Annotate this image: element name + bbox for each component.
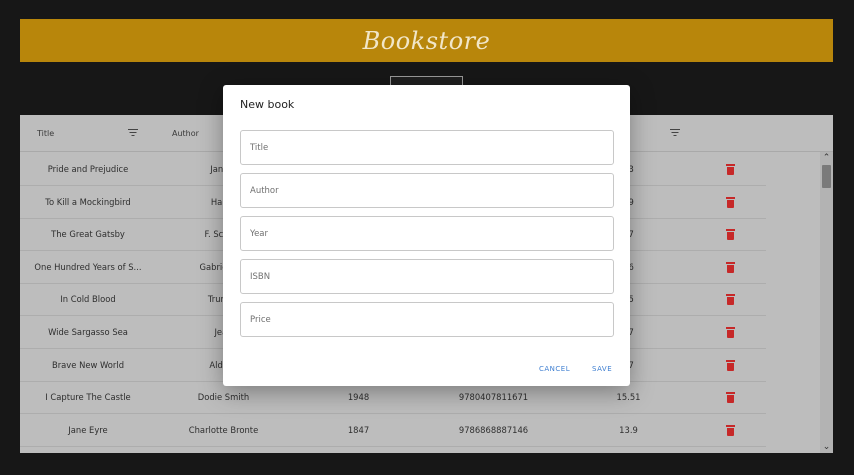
table-row[interactable]: Jane Eyre Charlotte Bronte 1847 97868688871… [20,414,766,447]
app-title: Bookstore [362,26,491,55]
author-input[interactable] [241,174,613,207]
scrollbar-thumb[interactable] [822,165,831,188]
trash-icon[interactable] [726,294,735,306]
cancel-button[interactable]: CANCEL [539,365,570,373]
cell-title: The Great Gatsby [51,229,125,240]
cell-title: Wide Sargasso Sea [48,327,128,337]
table-row[interactable]: I Capture The Castle Dodie Smith 1948 97804… [20,381,766,415]
price-field[interactable] [240,302,614,337]
filter-icon[interactable] [670,129,680,137]
cell-year: 1847 [347,424,370,435]
author-field[interactable] [240,173,614,208]
trash-icon[interactable] [726,424,735,436]
price-input[interactable] [241,303,613,336]
cell-isbn: 9786868887146 [458,424,529,435]
cell-price: 13.9 [619,424,638,435]
trash-icon[interactable] [726,359,735,371]
cell-title: I Capture The Castle [45,392,131,403]
dialog-title: New book [240,98,295,111]
cell-title: Pride and Prejudice [47,164,129,174]
cell-title: To Kill a Mockingbird [45,196,131,207]
isbn-input[interactable] [241,260,613,293]
filter-icon[interactable] [128,129,138,137]
app-header: Bookstore [20,19,833,62]
chevron-down-icon[interactable]: ⌄ [820,441,833,453]
title-field[interactable] [240,130,614,165]
column-header-label: Author [172,129,199,138]
trash-icon[interactable] [726,229,735,241]
cell-title: Brave New World [51,359,125,370]
cell-author: Charlotte Bronte [188,424,259,435]
save-button[interactable]: SAVE [592,365,612,373]
trash-icon[interactable] [726,196,735,208]
isbn-field[interactable] [240,259,614,294]
year-input[interactable] [241,217,613,250]
cell-title: Jane Eyre [68,424,108,435]
cell-title: One Hundred Years of S... [34,261,142,272]
chevron-up-icon[interactable]: ⌃ [820,152,833,164]
column-header-title[interactable]: Title [37,115,137,152]
trash-icon[interactable] [726,392,735,404]
column-header-label: Title [37,129,55,138]
trash-icon[interactable] [726,327,735,338]
cell-title: In Cold Blood [60,294,116,305]
title-input[interactable] [241,131,613,164]
new-book-dialog: New book CANCEL SAVE [223,85,630,386]
grid-scrollbar[interactable]: ⌃ ⌄ [820,152,833,453]
trash-icon[interactable] [726,164,735,175]
year-field[interactable] [240,216,614,251]
trash-icon[interactable] [726,261,735,273]
